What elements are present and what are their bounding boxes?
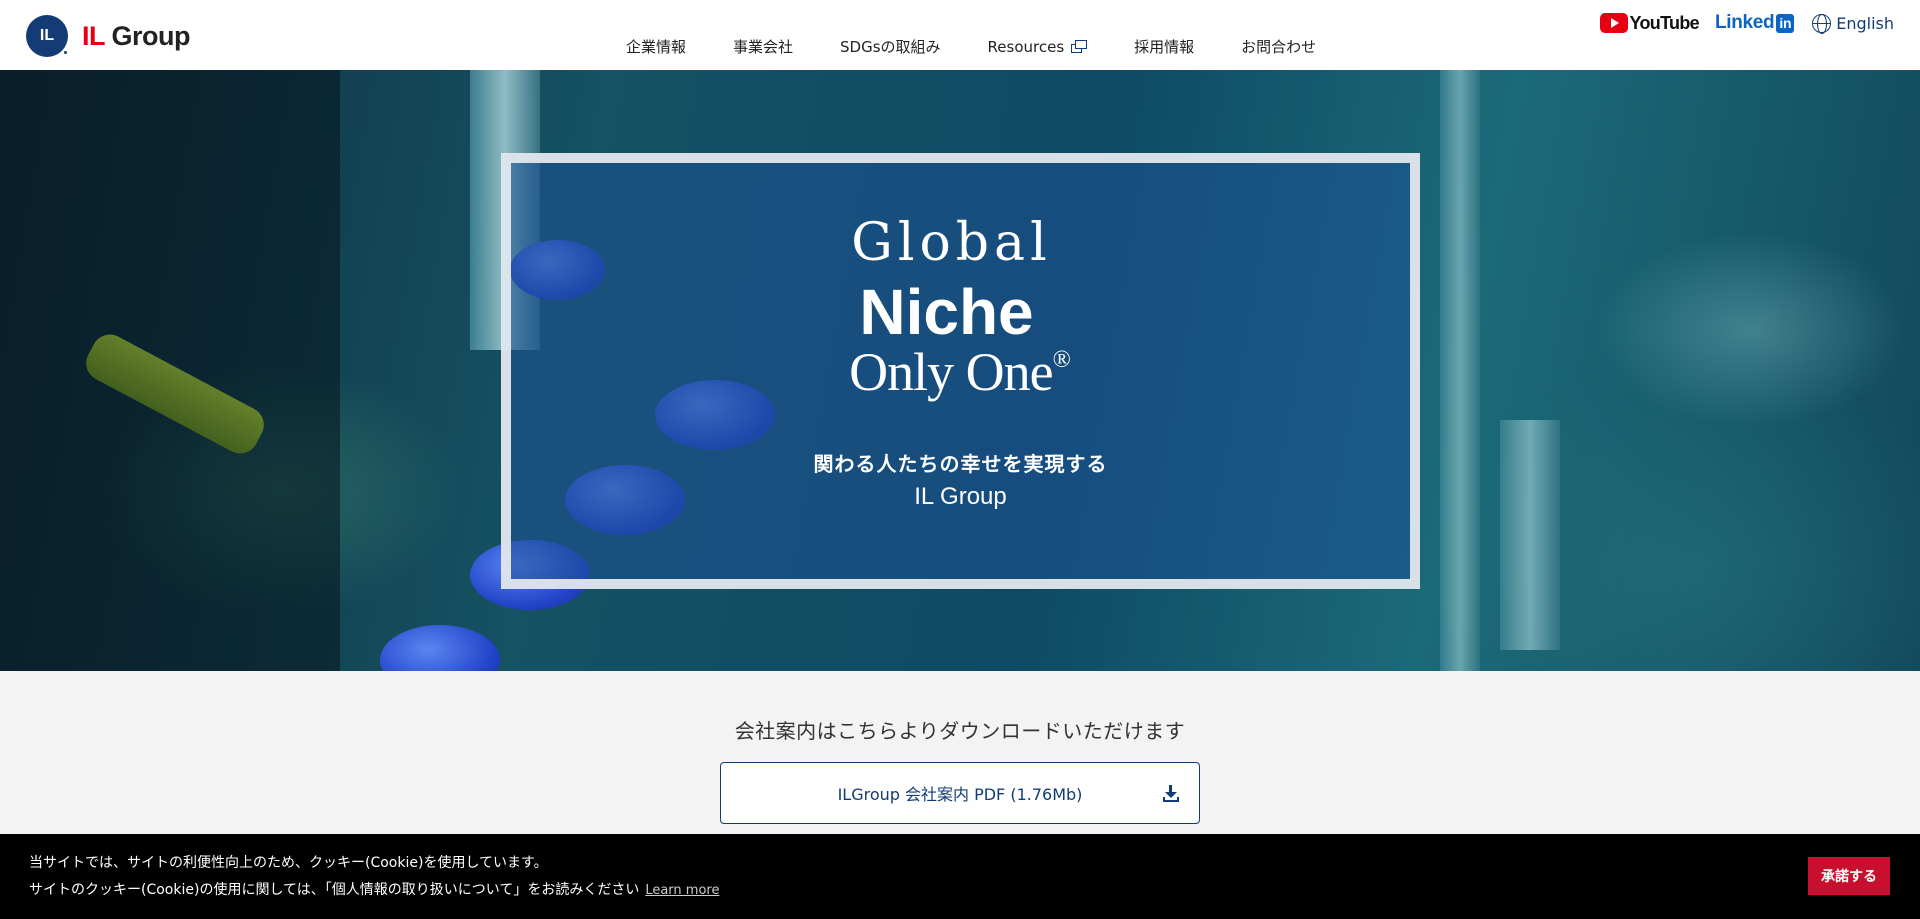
nav-item-label: 事業会社 bbox=[733, 38, 794, 56]
globe-icon bbox=[1812, 13, 1832, 34]
hero-tagline-only-one-text: Only One bbox=[849, 342, 1053, 402]
learn-more-link[interactable]: Learn more bbox=[645, 883, 719, 898]
nav-item-contact[interactable]: お問合わせ bbox=[1241, 36, 1316, 57]
youtube-link[interactable]: YouTube bbox=[1599, 12, 1700, 34]
download-icon bbox=[1163, 785, 1179, 803]
site-header: IL IL Group 企業情報 事業会社 SDGsの取組み Resources… bbox=[0, 0, 1920, 70]
language-label: English bbox=[1836, 13, 1894, 33]
cookie-notice-line2: サイトのクッキー(Cookie)の使用に関しては、「個人情報の取り扱いについて」… bbox=[29, 882, 640, 898]
nav-item-business-companies[interactable]: 事業会社 bbox=[733, 36, 793, 57]
cookie-consent-bar: 当サイトでは、サイトの利便性向上のため、クッキー(Cookie)を使用しています… bbox=[0, 834, 1920, 919]
hero-banner: Global Niche Only One® 関わる人たちの幸せを実現する IL… bbox=[0, 70, 1920, 671]
hero-subtitle: 関わる人たちの幸せを実現する bbox=[813, 452, 1108, 476]
header-utility-links: YouTube Linked in English bbox=[1599, 12, 1894, 34]
hero-framed-box: Global Niche Only One® 関わる人たちの幸せを実現する IL… bbox=[501, 153, 1420, 589]
hero-tagline-niche: Niche bbox=[859, 276, 1034, 348]
hero-company-name: IL Group bbox=[914, 483, 1007, 510]
nav-item-sdgs[interactable]: SDGsの取組み bbox=[840, 36, 941, 57]
nav-item-label: 採用情報 bbox=[1134, 38, 1195, 56]
download-pdf-label: ILGroup 会社案内 PDF (1.76Mb) bbox=[837, 785, 1083, 804]
site-logo[interactable]: IL IL Group bbox=[26, 15, 191, 57]
nav-item-label: Resources bbox=[987, 37, 1065, 56]
nav-item-resources[interactable]: Resources bbox=[988, 36, 1088, 57]
youtube-label: YouTube bbox=[1629, 12, 1700, 33]
logo-group: Group bbox=[104, 20, 191, 51]
registered-mark: ® bbox=[1052, 347, 1071, 373]
cookie-notice-line1: 当サイトでは、サイトの利便性向上のため、クッキー(Cookie)を使用しています… bbox=[29, 855, 548, 871]
logo-mark-text: IL bbox=[39, 27, 55, 44]
language-switch[interactable]: English bbox=[1812, 13, 1894, 34]
external-window-icon bbox=[1071, 39, 1088, 54]
cookie-accept-button[interactable]: 承諾する bbox=[1808, 857, 1890, 895]
linkedin-label: Linked bbox=[1714, 12, 1775, 33]
youtube-icon bbox=[1599, 13, 1628, 33]
linkedin-link[interactable]: Linked in bbox=[1714, 12, 1795, 34]
logo-mark-icon: IL bbox=[26, 15, 69, 57]
nav-item-label: お問合わせ bbox=[1241, 38, 1317, 56]
hero-bg-vial bbox=[380, 625, 500, 671]
linkedin-icon: in bbox=[1776, 13, 1795, 33]
nav-item-label: 企業情報 bbox=[626, 38, 687, 56]
main-nav: 企業情報 事業会社 SDGsの取組み Resources 採用情報 お問合わせ bbox=[626, 36, 1316, 57]
download-section-title: 会社案内はこちらよりダウンロードいただけます bbox=[734, 719, 1186, 743]
hero-tagline-only-one: Only One® bbox=[511, 341, 1410, 403]
download-pdf-button[interactable]: ILGroup 会社案内 PDF (1.76Mb) bbox=[720, 762, 1200, 824]
hero-tagline-global: Global bbox=[851, 213, 1052, 273]
hero-bg-pillar bbox=[1440, 70, 1480, 671]
nav-item-company-info[interactable]: 企業情報 bbox=[626, 36, 686, 57]
logo-wordmark: IL Group bbox=[82, 20, 191, 52]
nav-item-label: SDGsの取組み bbox=[840, 38, 941, 56]
logo-il: IL bbox=[82, 20, 105, 51]
cookie-notice-line2-wrap: サイトのクッキー(Cookie)の使用に関しては、「個人情報の取り扱いについて」… bbox=[29, 879, 719, 899]
nav-item-recruit[interactable]: 採用情報 bbox=[1134, 36, 1194, 57]
hero-bg-pillar bbox=[1500, 420, 1560, 650]
